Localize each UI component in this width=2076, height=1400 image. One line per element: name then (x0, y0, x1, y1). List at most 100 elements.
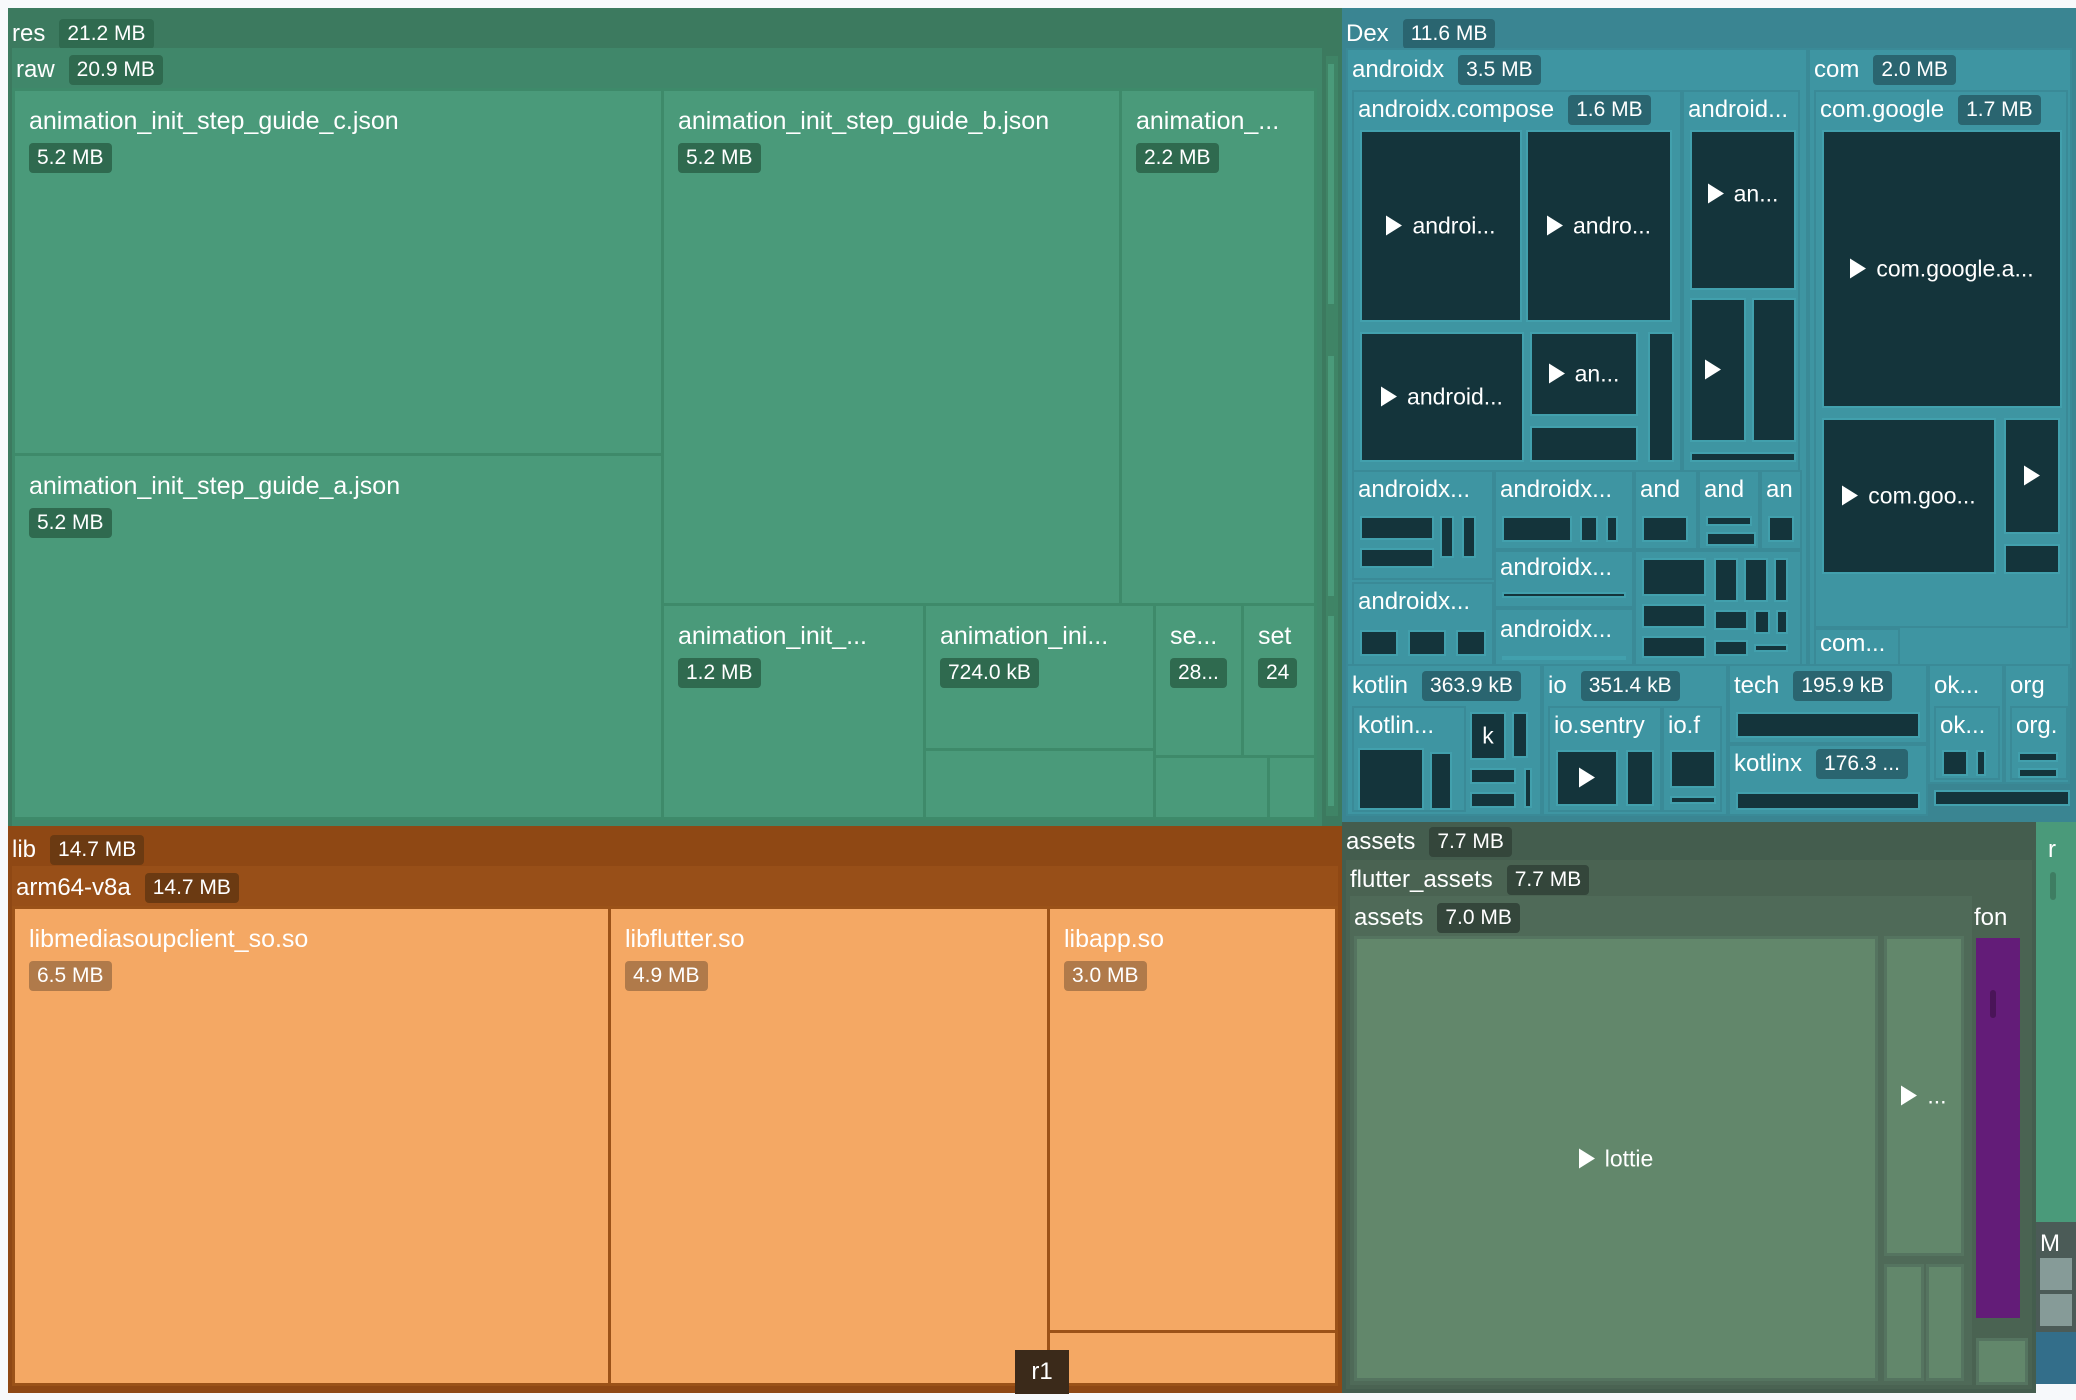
file-leaf[interactable]: animation_init_step_guide_a.json 5.2 MB (12, 453, 664, 820)
folder-lottie[interactable]: lottie (1354, 936, 1878, 1381)
pkg-org[interactable]: org org. (2004, 664, 2070, 784)
class-node[interactable] (1408, 630, 1446, 656)
pkg-com[interactable]: com 2.0 MB com.google 1.7 MB com.google.… (1808, 48, 2072, 668)
class-node[interactable] (1942, 750, 1968, 776)
pkg-androidx[interactable]: androidx 3.5 MB androidx.compose 1.6 MB … (1346, 48, 1808, 668)
pkg-com-google[interactable]: com.google 1.7 MB com.google.a... com.go… (1814, 90, 2068, 628)
pkg-androidx-sub[interactable]: and (1698, 470, 1760, 550)
node-r[interactable]: r (2036, 822, 2076, 1222)
font-file[interactable] (1976, 938, 2020, 1318)
sliver-leaf[interactable] (2050, 872, 2056, 900)
node-lib[interactable]: lib 14.7 MB arm64-v8a 14.7 MB libmediaso… (8, 826, 1342, 1393)
pkg-androidx-sub[interactable]: androidx... (1352, 470, 1494, 580)
file-leaf[interactable]: libmediasoupclient_so.so 6.5 MB (12, 906, 611, 1386)
class-node[interactable] (1690, 452, 1796, 462)
pkg-androidx-sub[interactable]: androidx... (1494, 470, 1634, 550)
folder-node[interactable] (1926, 1264, 1964, 1381)
class-node[interactable]: andro... (1526, 130, 1672, 322)
pkg-kotlin[interactable]: kotlin 363.9 kB kotlin... k (1346, 664, 1542, 816)
sliver-leaf[interactable] (1328, 64, 1334, 304)
class-node[interactable] (1360, 548, 1434, 568)
pkg-com-other[interactable]: com... (1814, 628, 1900, 666)
pkg-org-sub[interactable]: org. (2010, 706, 2068, 780)
class-node[interactable] (1754, 644, 1788, 652)
file-leaf[interactable]: animation_... 2.2 MB (1119, 88, 1317, 606)
class-node[interactable] (1358, 748, 1424, 810)
pkg-io-sentry[interactable]: io.sentry (1548, 706, 1662, 812)
class-node[interactable] (1470, 768, 1516, 784)
file-leaf[interactable]: set 24 (1241, 603, 1317, 758)
node-m[interactable]: M (2036, 1222, 2076, 1384)
class-node[interactable] (1714, 640, 1748, 656)
file-leaf[interactable]: animation_init_step_guide_b.json 5.2 MB (661, 88, 1122, 606)
class-node[interactable] (1976, 750, 1986, 776)
class-node[interactable] (1736, 712, 1920, 738)
class-node[interactable] (1360, 516, 1434, 540)
pkg-tech[interactable]: tech 195.9 kB (1728, 664, 1928, 744)
sliver-leaf[interactable] (1328, 356, 1334, 596)
pkg-androidx-sub[interactable]: and (1634, 470, 1698, 550)
class-node[interactable] (1502, 656, 1626, 660)
pkg-androidx-compose[interactable]: androidx.compose 1.6 MB androi... andro.… (1352, 90, 1682, 508)
class-node[interactable] (1934, 790, 2070, 806)
class-node[interactable]: com.goo... (1822, 418, 1996, 574)
class-node[interactable] (1440, 516, 1454, 558)
file-leaf[interactable]: libapp.so 3.0 MB (1047, 906, 1338, 1333)
class-node[interactable] (1714, 610, 1748, 630)
class-node[interactable]: an... (1530, 332, 1638, 416)
class-node[interactable] (1714, 558, 1738, 602)
class-node[interactable]: k (1470, 712, 1506, 760)
pkg-androidx-sub[interactable] (1634, 550, 1802, 666)
class-node[interactable] (1606, 516, 1618, 542)
class-node[interactable] (1754, 610, 1770, 634)
class-node[interactable] (1556, 750, 1618, 806)
class-node[interactable] (1512, 712, 1528, 758)
class-node[interactable] (1776, 610, 1788, 634)
folder-node[interactable] (1884, 1264, 1924, 1381)
node-assets[interactable]: assets 7.7 MB flutter_assets 7.7 MB asse… (1342, 822, 2036, 1393)
folder-node[interactable]: ... (1884, 936, 1964, 1256)
node-assets-inner[interactable]: assets 7.0 MB lottie ... (1350, 896, 1972, 1385)
class-node[interactable] (1690, 298, 1746, 442)
class-node[interactable] (1706, 532, 1756, 546)
pkg-io-f[interactable]: io.f (1662, 706, 1722, 812)
class-node[interactable] (1736, 792, 1920, 810)
class-node[interactable] (1706, 516, 1752, 526)
node-raw[interactable]: raw 20.9 MB animation_init_step_guide_c.… (12, 48, 1322, 826)
pkg-androidx-sub[interactable]: an (1760, 470, 1802, 550)
class-node[interactable] (1456, 630, 1486, 656)
class-node[interactable] (1670, 750, 1716, 788)
class-node[interactable]: android... (1360, 332, 1524, 462)
file-leaf[interactable]: animation_init_... 1.2 MB (661, 603, 926, 820)
file-leaf[interactable] (1267, 755, 1317, 820)
sliver-leaf[interactable] (1328, 616, 1334, 806)
node-flutter-assets[interactable]: flutter_assets 7.7 MB assets 7.0 MB lott… (1346, 860, 2032, 1389)
file-leaf[interactable] (2040, 1294, 2072, 1326)
class-node[interactable] (1462, 516, 1476, 558)
pkg-androidx-sub[interactable]: androidx... (1352, 582, 1494, 666)
class-node[interactable] (2018, 752, 2058, 762)
class-node[interactable]: com.google.a... (1822, 130, 2062, 408)
file-leaf[interactable] (2040, 1258, 2072, 1290)
file-leaf[interactable]: libflutter.so 4.9 MB (608, 906, 1050, 1386)
file-leaf[interactable]: se... 28... (1153, 603, 1244, 758)
file-leaf[interactable] (1047, 1330, 1338, 1386)
pkg-io[interactable]: io 351.4 kB io.sentry io.f (1542, 664, 1728, 816)
class-node[interactable] (1430, 752, 1452, 810)
class-node[interactable] (1642, 558, 1706, 596)
file-leaf[interactable]: animation_ini... 724.0 kB (923, 603, 1156, 751)
pkg-androidx-sub[interactable]: androidx... (1494, 608, 1634, 666)
class-node[interactable] (1768, 516, 1794, 542)
sliver-node[interactable] (1326, 56, 1338, 816)
class-node[interactable] (1642, 636, 1706, 658)
class-node[interactable] (1642, 604, 1706, 628)
class-node[interactable] (1580, 516, 1598, 542)
pkg-ok[interactable]: ok... ok... (1928, 664, 2004, 784)
class-node[interactable] (1502, 516, 1572, 542)
pkg-kotlin-sub[interactable]: kotlin... (1352, 706, 1466, 812)
node-dex[interactable]: Dex 11.6 MB androidx 3.5 MB androidx.com… (1342, 8, 2076, 822)
node-fonts[interactable]: fon (1972, 896, 2028, 1336)
file-leaf[interactable] (1153, 755, 1270, 820)
class-node[interactable] (2018, 768, 2058, 778)
class-node[interactable] (1744, 558, 1768, 602)
